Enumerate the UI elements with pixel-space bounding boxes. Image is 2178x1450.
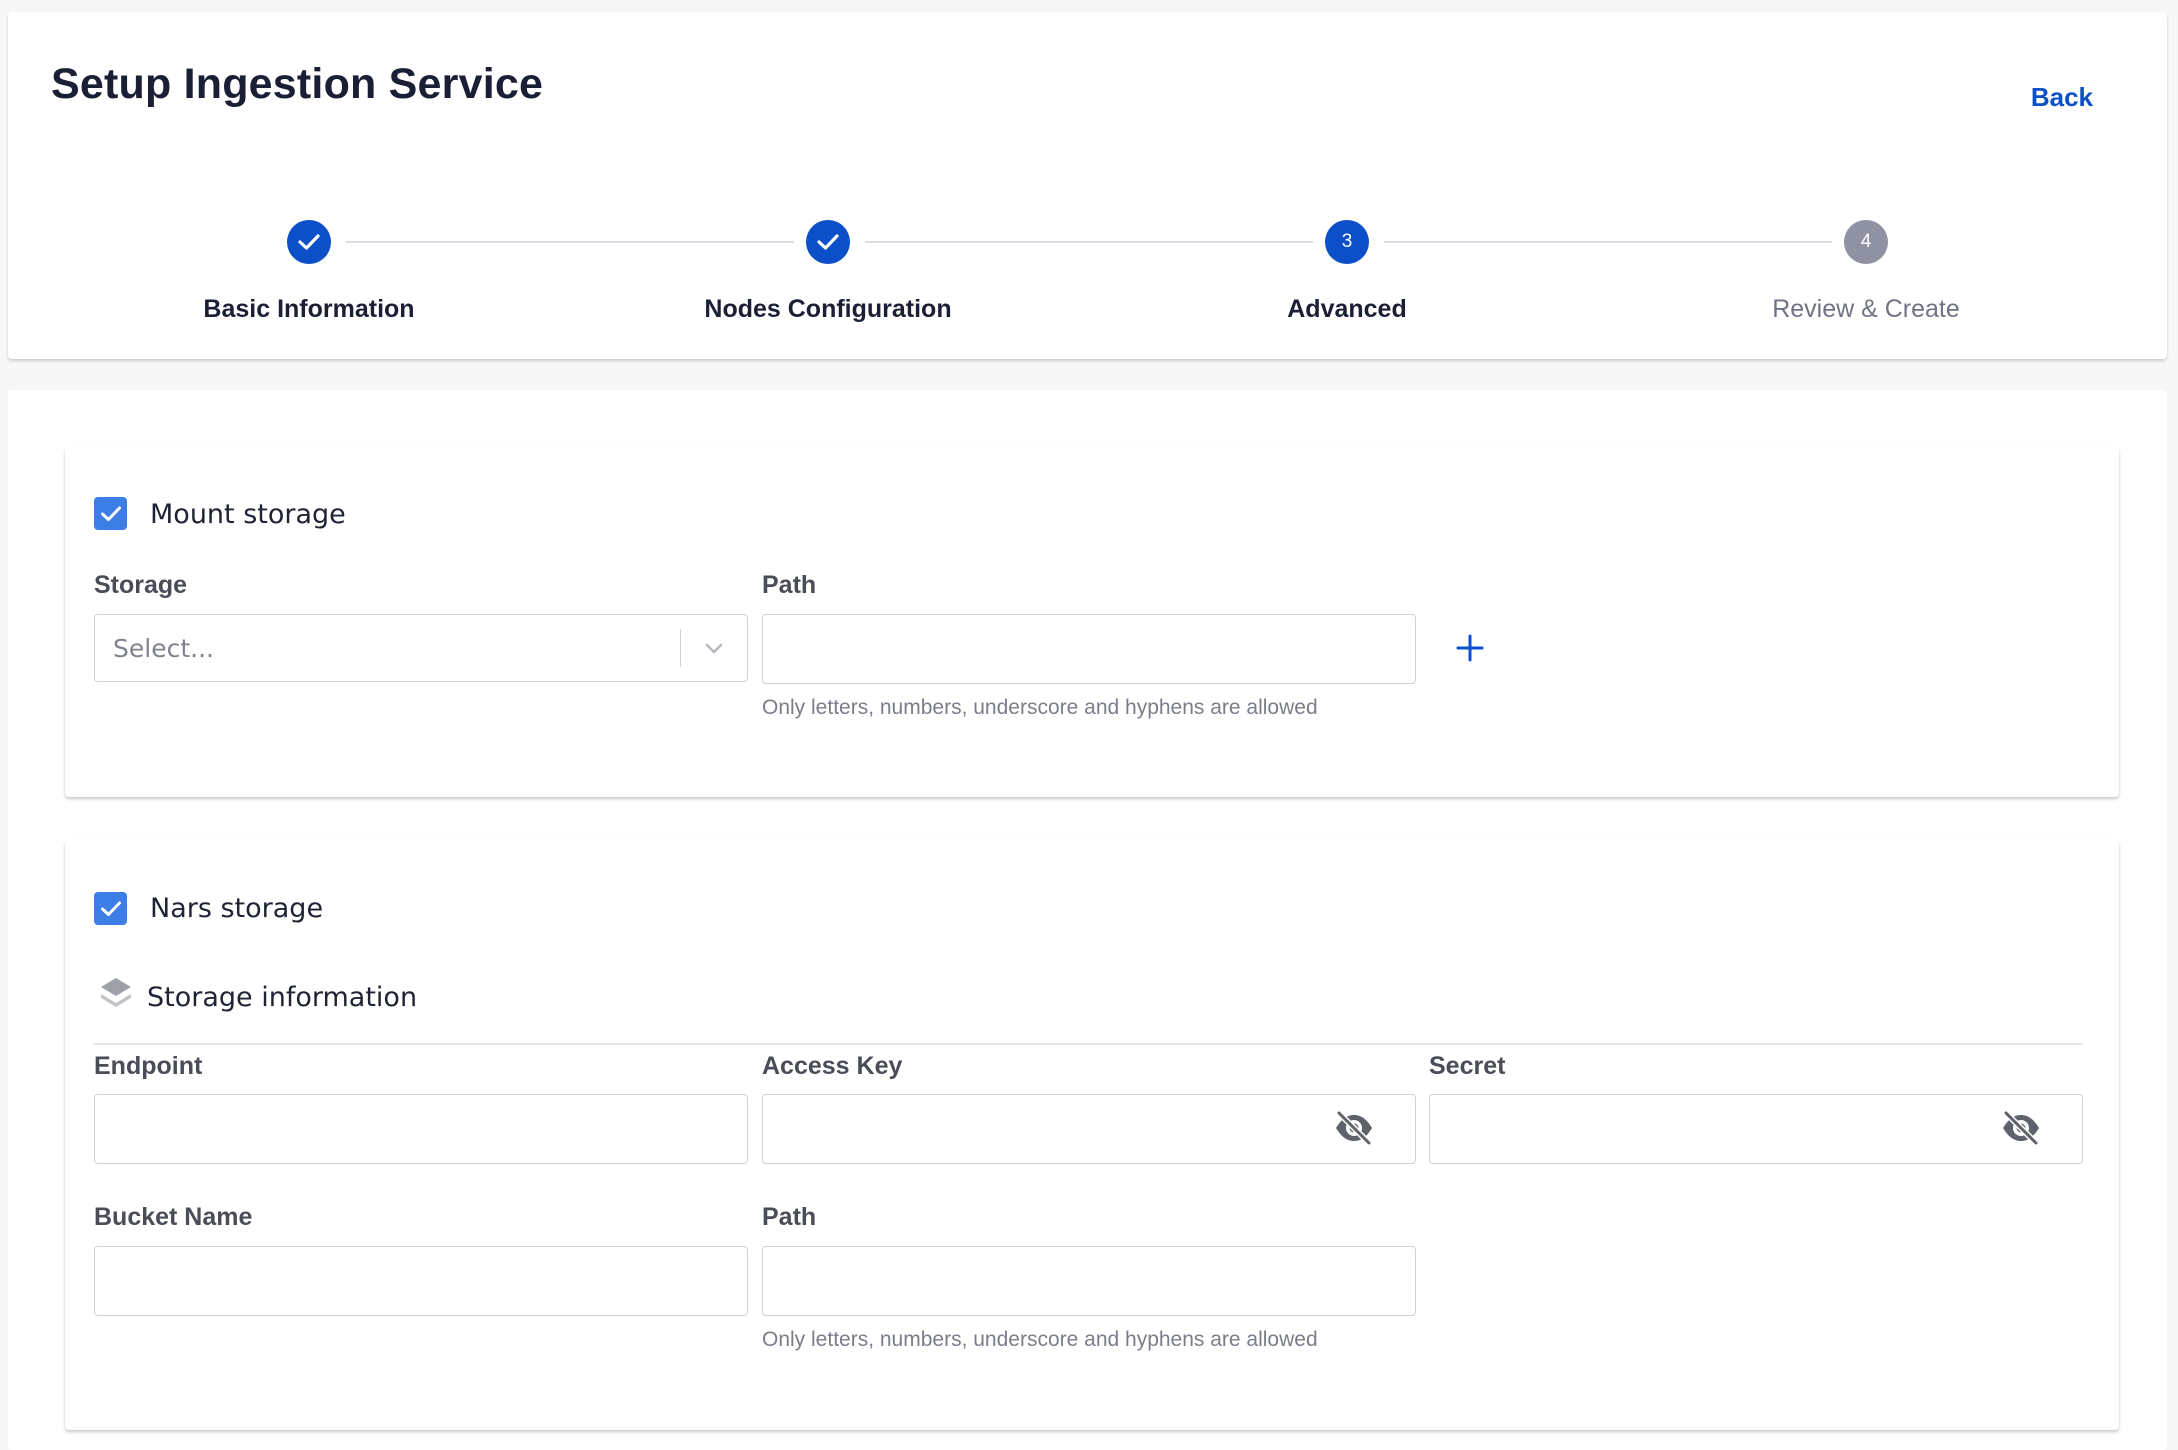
- mount-storage-section: Mount storage Storage Select... Path Onl…: [65, 447, 2119, 797]
- header-card: Setup Ingestion Service Back 3 4 Basic I…: [8, 12, 2167, 359]
- step-connector: [865, 241, 1313, 243]
- storage-label: Storage: [94, 571, 188, 599]
- plus-icon: [1456, 634, 1484, 662]
- mount-path-input[interactable]: [762, 614, 1416, 684]
- step-4-number: 4: [1844, 220, 1888, 264]
- nars-path-helper: Only letters, numbers, underscore and hy…: [762, 1328, 1318, 1351]
- chevron-down-icon: [701, 635, 727, 666]
- bucket-name-input[interactable]: [94, 1246, 748, 1316]
- checkmark-icon: [100, 901, 121, 916]
- step-2-label: Nodes Configuration: [704, 295, 952, 323]
- nars-storage-section: Nars storage Storage information Endpoin…: [65, 840, 2119, 1430]
- checkmark-icon: [100, 506, 121, 521]
- step-3-label: Advanced: [1287, 295, 1407, 323]
- nars-path-label: Path: [762, 1203, 817, 1231]
- mount-storage-label: Mount storage: [150, 499, 346, 530]
- step-connector: [346, 241, 794, 243]
- step-4-label: Review & Create: [1772, 295, 1960, 323]
- step-2-check-icon: [806, 220, 850, 264]
- mount-path-helper: Only letters, numbers, underscore and hy…: [762, 696, 1318, 719]
- endpoint-label: Endpoint: [94, 1052, 203, 1080]
- eye-off-icon[interactable]: [1333, 1109, 1375, 1152]
- storage-select[interactable]: Select...: [94, 614, 748, 682]
- select-divider: [679, 629, 681, 667]
- form-panel: Mount storage Storage Select... Path Onl…: [8, 390, 2167, 1450]
- secret-label: Secret: [1429, 1052, 1506, 1080]
- storage-select-placeholder: Select...: [113, 634, 214, 663]
- storage-information-title: Storage information: [147, 982, 418, 1013]
- section-divider: [94, 1043, 2082, 1045]
- nars-storage-checkbox[interactable]: [94, 892, 127, 925]
- step-3-number: 3: [1325, 220, 1369, 264]
- mount-storage-checkbox[interactable]: [94, 497, 127, 530]
- access-key-input[interactable]: [762, 1094, 1416, 1164]
- path-label: Path: [762, 571, 817, 599]
- access-key-label: Access Key: [762, 1052, 903, 1080]
- layers-icon: [98, 974, 134, 1017]
- bucket-name-label: Bucket Name: [94, 1203, 253, 1231]
- step-1-label: Basic Information: [203, 295, 415, 323]
- secret-input[interactable]: [1429, 1094, 2083, 1164]
- add-storage-button[interactable]: [1450, 628, 1490, 668]
- step-connector: [1384, 241, 1832, 243]
- nars-storage-label: Nars storage: [150, 893, 324, 924]
- step-1-check-icon: [287, 220, 331, 264]
- nars-path-input[interactable]: [762, 1246, 1416, 1316]
- stepper: 3 4 Basic Information Nodes Configuratio…: [8, 12, 2167, 359]
- endpoint-input[interactable]: [94, 1094, 748, 1164]
- eye-off-icon[interactable]: [2000, 1109, 2042, 1152]
